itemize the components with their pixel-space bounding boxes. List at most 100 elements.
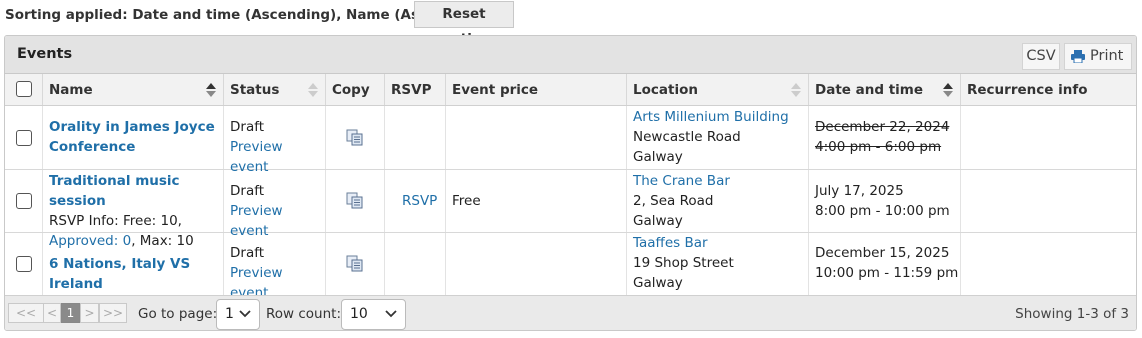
go-to-page-value: 1	[225, 306, 234, 322]
event-name-cell: Orality in James Joyce Conference	[43, 106, 224, 169]
recurrence-cell	[961, 233, 1136, 295]
printer-icon	[1071, 50, 1085, 63]
sort-icon	[308, 83, 318, 97]
go-to-page-label: Go to page:	[138, 306, 218, 322]
copy-icon[interactable]	[346, 255, 364, 272]
location-address: Newcastle Road	[633, 129, 741, 145]
select-all-column	[5, 74, 43, 105]
row-checkbox[interactable]	[16, 193, 32, 209]
copy-icon[interactable]	[346, 192, 364, 209]
pager-footer: << < 1 > >> Go to page: 1 Row count: 10 …	[5, 295, 1136, 330]
current-page-button[interactable]: 1	[61, 303, 80, 323]
event-time: 4:00 pm - 6:00 pm	[815, 139, 942, 155]
status-cell: Draft Preview event	[224, 106, 326, 175]
row-count-select[interactable]: 10	[341, 299, 406, 330]
select-all-checkbox[interactable]	[16, 81, 32, 97]
datetime-cell: December 22, 2024 4:00 pm - 6:00 pm	[809, 106, 961, 169]
table-row: 6 Nations, Italy VS Ireland Draft Previe…	[5, 233, 1136, 301]
rsvp-info-text: RSVP Info: Free: 10,	[49, 213, 182, 229]
location-link[interactable]: Taaffes Bar	[633, 235, 708, 251]
event-time: 10:00 pm - 11:59 pm	[815, 265, 959, 281]
sorting-bar: Sorting applied: Date and time (Ascendin…	[0, 0, 1142, 47]
column-header-name[interactable]: Name	[43, 74, 224, 105]
previous-page-button[interactable]: <	[43, 303, 61, 323]
event-date: July 17, 2025	[815, 183, 904, 199]
sort-ascending-icon	[206, 83, 216, 97]
datetime-cell: July 17, 2025 8:00 pm - 10:00 pm	[809, 170, 961, 232]
table-row: Traditional music session RSVP Info: Fre…	[5, 170, 1136, 249]
price-cell	[446, 233, 627, 295]
event-date: December 22, 2024	[815, 119, 950, 135]
recurrence-cell	[961, 170, 1136, 232]
status-text: Draft	[230, 119, 265, 135]
location-address: 19 Shop Street	[633, 255, 734, 271]
status-text: Draft	[230, 183, 265, 199]
status-cell: Draft Preview event	[224, 170, 326, 239]
next-page-button[interactable]: >	[80, 303, 99, 323]
event-name-cell: Traditional music session RSVP Info: Fre…	[43, 170, 224, 249]
location-cell: Arts Millenium Building Newcastle Road G…	[627, 106, 809, 169]
location-cell: Taaffes Bar 19 Shop Street Galway	[627, 233, 809, 295]
showing-count-text: Showing 1-3 of 3	[1015, 306, 1129, 322]
column-header-recurrence: Recurrence info	[961, 74, 1136, 105]
copy-icon[interactable]	[346, 129, 364, 146]
column-header-copy: Copy	[326, 74, 385, 105]
events-panel: Events CSV Print Name Status Copy RSVP E…	[4, 35, 1137, 331]
csv-export-button[interactable]: CSV	[1022, 43, 1060, 70]
print-label: Print	[1090, 48, 1124, 64]
column-header-price: Event price	[446, 74, 627, 105]
first-page-button[interactable]: <<	[8, 303, 44, 323]
event-name-cell: 6 Nations, Italy VS Ireland	[43, 233, 224, 295]
column-price-label: Event price	[452, 82, 539, 98]
location-city: Galway	[633, 275, 683, 291]
event-name-link[interactable]: 6 Nations, Italy VS Ireland	[49, 256, 190, 292]
print-button[interactable]: Print	[1064, 43, 1132, 70]
status-text: Draft	[230, 245, 265, 261]
column-header-status[interactable]: Status	[224, 74, 326, 105]
location-link[interactable]: Arts Millenium Building	[633, 109, 789, 125]
location-city: Galway	[633, 213, 683, 229]
price-cell	[446, 106, 627, 169]
column-name-label: Name	[49, 82, 93, 98]
table-header: Name Status Copy RSVP Event price Locati…	[5, 74, 1136, 106]
column-location-label: Location	[633, 82, 698, 98]
copy-cell	[326, 233, 385, 295]
event-name-link[interactable]: Traditional music session	[49, 173, 180, 209]
column-header-rsvp: RSVP	[385, 74, 446, 105]
datetime-cell: December 15, 2025 10:00 pm - 11:59 pm	[809, 233, 961, 295]
row-checkbox[interactable]	[16, 130, 32, 146]
event-name-link[interactable]: Orality in James Joyce Conference	[49, 117, 215, 157]
row-count-label: Row count:	[266, 306, 342, 322]
column-header-location[interactable]: Location	[627, 74, 809, 105]
copy-cell	[326, 170, 385, 232]
rsvp-cell: RSVP	[385, 170, 446, 232]
location-link[interactable]: The Crane Bar	[633, 173, 730, 189]
column-rsvp-label: RSVP	[391, 82, 432, 98]
recurrence-cell	[961, 106, 1136, 169]
column-header-datetime[interactable]: Date and time	[809, 74, 961, 105]
row-checkbox[interactable]	[16, 256, 32, 272]
row-select-cell	[5, 233, 43, 295]
sort-ascending-icon	[943, 83, 953, 97]
row-count-value: 10	[350, 306, 368, 322]
panel-header: Events CSV Print	[5, 36, 1136, 74]
reset-sorting-button[interactable]: Reset sorting	[414, 1, 514, 47]
price-cell: Free	[446, 170, 627, 232]
column-copy-label: Copy	[332, 82, 370, 98]
rsvp-link[interactable]: RSVP	[402, 193, 437, 209]
event-time: 8:00 pm - 10:00 pm	[815, 203, 950, 219]
column-datetime-label: Date and time	[815, 82, 924, 98]
last-page-button[interactable]: >>	[99, 303, 127, 323]
rsvp-cell	[385, 233, 446, 295]
row-select-cell	[5, 106, 43, 169]
row-select-cell	[5, 170, 43, 232]
column-recurrence-label: Recurrence info	[967, 82, 1088, 98]
location-address: 2, Sea Road	[633, 193, 714, 209]
location-city: Galway	[633, 149, 683, 165]
rsvp-cell	[385, 106, 446, 169]
table-row: Orality in James Joyce Conference Draft …	[5, 106, 1136, 175]
sort-icon	[791, 83, 801, 97]
event-price: Free	[452, 193, 481, 209]
copy-cell	[326, 106, 385, 169]
go-to-page-select[interactable]: 1	[216, 299, 260, 330]
